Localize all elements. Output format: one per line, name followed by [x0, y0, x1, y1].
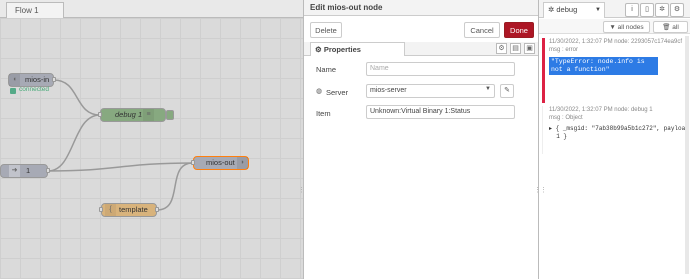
name-input[interactable]: Name	[366, 62, 515, 76]
node-label: template	[119, 205, 148, 214]
server-label: Server	[326, 88, 349, 97]
node-status-text: connected	[19, 86, 49, 93]
node-inject[interactable]: ➜ 1	[0, 164, 50, 178]
tray-title: Edit mios-out node	[304, 0, 539, 16]
output-port[interactable]	[155, 207, 159, 212]
filter-icon: ▼	[609, 24, 616, 31]
name-placeholder: Name	[370, 65, 389, 72]
gear-icon: ⚙	[315, 45, 322, 54]
status-dot-icon	[10, 88, 16, 94]
drag-handle-icon[interactable]: ⋮	[298, 186, 305, 196]
message-type: msg : Object	[549, 115, 583, 121]
message-meta: 11/30/2022, 1:32:07 PM node: 2293057c174…	[549, 39, 682, 45]
clear-messages-button[interactable]: 🗑 all	[653, 21, 688, 33]
node-mios-in[interactable]: ◖ mios-in	[8, 73, 56, 87]
error-message-value[interactable]: "TypeError: node.info is not a function"	[549, 57, 658, 75]
item-input[interactable]: Unknown:Virtual Binary 1:Status	[366, 105, 515, 119]
config-icon[interactable]: ⚙	[670, 3, 684, 17]
clear-messages-label: all	[672, 24, 679, 31]
done-button[interactable]: Done	[504, 22, 534, 38]
tab-properties-label: Properties	[323, 45, 361, 54]
edit-server-button[interactable]: ✎	[500, 84, 514, 98]
filter-nodes-label: all nodes	[617, 24, 644, 31]
filter-nodes-button[interactable]: ▼ all nodes	[603, 21, 650, 33]
node-template[interactable]: { template	[99, 203, 159, 217]
list-icon: ≡	[143, 109, 154, 121]
input-port[interactable]	[191, 160, 195, 165]
globe-icon: ◍	[316, 88, 323, 95]
node-debug[interactable]: debug 1 ≡	[98, 108, 174, 122]
wires	[47, 79, 194, 211]
info-icon[interactable]: i	[625, 3, 639, 17]
bug-icon[interactable]: ✲	[655, 3, 669, 17]
sidebar-scrollbar[interactable]	[685, 36, 689, 274]
node-label: mios-out	[206, 158, 235, 167]
bug-icon: ✲	[548, 5, 555, 14]
delete-button[interactable]: Delete	[310, 22, 342, 38]
node-label: debug 1	[115, 110, 143, 119]
trash-icon: 🗑	[662, 24, 671, 31]
debug-toggle-button[interactable]	[166, 110, 174, 120]
message-meta: 11/30/2022, 1:32:07 PM node: debug 1	[549, 107, 653, 113]
arrow-right-icon: ➜	[9, 165, 20, 177]
output-port[interactable]	[46, 168, 50, 173]
tab-properties[interactable]: ⚙ Properties	[310, 42, 405, 56]
debug-message-object[interactable]: 11/30/2022, 1:32:07 PM node: debug 1 msg…	[542, 106, 690, 154]
tab-debug-label: debug	[556, 5, 578, 14]
tab-debug[interactable]: ✲ debug ▼	[543, 2, 605, 18]
chevron-down-icon: ▼	[485, 86, 491, 92]
input-port[interactable]	[98, 112, 102, 117]
object-message-value[interactable]: ▸ { _msgid: "7ab38b99a5b1c272", payload:…	[549, 125, 690, 141]
settings-icon[interactable]: ⚙	[496, 43, 507, 54]
cancel-button[interactable]: Cancel	[464, 22, 500, 38]
drag-handle-icon[interactable]: ⋮	[534, 186, 541, 196]
output-port[interactable]	[52, 77, 56, 82]
chevron-down-icon: ▼	[595, 7, 601, 13]
node-label: 1	[26, 166, 31, 175]
pencil-icon: ✎	[504, 87, 510, 94]
appearance-icon[interactable]: ▣	[524, 43, 535, 54]
description-icon[interactable]: ▤	[510, 43, 521, 54]
message-type: msg : error	[549, 47, 579, 53]
name-label: Name	[316, 65, 337, 74]
network-icon: ◖	[9, 74, 20, 86]
item-label: Item	[316, 109, 331, 118]
curly-braces-icon: {	[105, 204, 116, 216]
flow-canvas[interactable]: Flow 1 ◖ mios-in connected debug 1 ≡ ➜ 1…	[0, 0, 303, 279]
server-select[interactable]: mios-server	[366, 84, 495, 98]
input-port[interactable]	[99, 207, 103, 212]
drag-handle-icon[interactable]: ⋮	[540, 186, 547, 196]
book-icon[interactable]: ▯	[640, 3, 654, 17]
node-mios-out[interactable]: mios-out ◗	[191, 156, 249, 170]
debug-sidebar: ✲ debug ▼ i ▯ ✲ ⚙ ▼ all nodes 🗑 all 11/3…	[538, 0, 690, 279]
debug-message-error[interactable]: 11/30/2022, 1:32:07 PM node: 2293057c174…	[542, 38, 682, 103]
network-icon: ◗	[237, 157, 248, 169]
edit-node-tray: Edit mios-out node Delete Cancel Done ⚙ …	[303, 0, 539, 279]
node-label: mios-in	[25, 75, 50, 84]
